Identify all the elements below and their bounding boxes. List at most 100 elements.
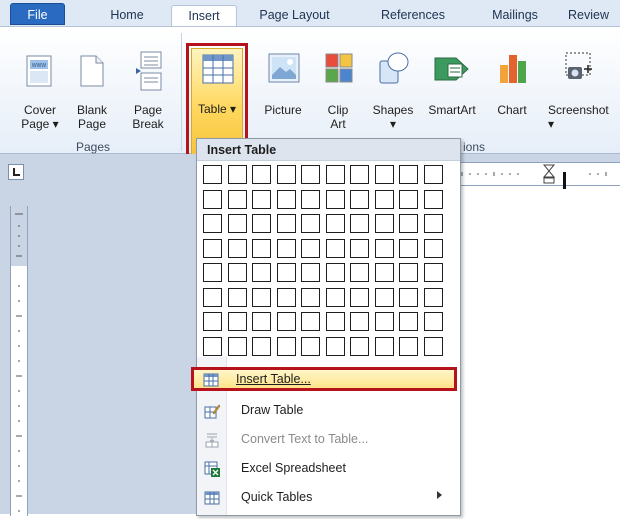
grid-cell[interactable] bbox=[325, 189, 345, 209]
tab-insert[interactable]: Insert bbox=[171, 5, 237, 26]
grid-cell[interactable] bbox=[423, 263, 443, 282]
grid-cell[interactable] bbox=[301, 238, 320, 258]
grid-cell[interactable] bbox=[374, 189, 394, 209]
grid-cell[interactable] bbox=[325, 336, 345, 356]
grid-cell[interactable] bbox=[227, 312, 247, 331]
grid-cell[interactable] bbox=[276, 165, 296, 184]
grid-cell[interactable] bbox=[276, 189, 296, 209]
grid-cell[interactable] bbox=[276, 336, 296, 356]
grid-cell[interactable] bbox=[276, 238, 296, 258]
grid-cell[interactable] bbox=[301, 336, 320, 356]
grid-cell[interactable] bbox=[301, 189, 320, 209]
menu-convert-text-to-table[interactable]: Convert Text to Table... bbox=[199, 428, 456, 452]
grid-cell[interactable] bbox=[252, 312, 271, 331]
grid-cell[interactable] bbox=[423, 214, 443, 233]
grid-cell[interactable] bbox=[227, 263, 247, 282]
grid-cell[interactable] bbox=[203, 287, 222, 307]
grid-cell[interactable] bbox=[276, 263, 296, 282]
grid-cell[interactable] bbox=[252, 336, 271, 356]
grid-cell[interactable] bbox=[350, 189, 369, 209]
grid-cell[interactable] bbox=[374, 165, 394, 184]
grid-cell[interactable] bbox=[203, 238, 222, 258]
grid-cell[interactable] bbox=[374, 336, 394, 356]
tab-review[interactable]: Review bbox=[568, 5, 620, 26]
grid-cell[interactable] bbox=[350, 165, 369, 184]
grid-cell[interactable] bbox=[252, 238, 271, 258]
grid-cell[interactable] bbox=[423, 189, 443, 209]
tab-home[interactable]: Home bbox=[96, 5, 158, 26]
grid-cell[interactable] bbox=[301, 263, 320, 282]
grid-cell[interactable] bbox=[301, 214, 320, 233]
grid-cell[interactable] bbox=[399, 336, 418, 356]
grid-cell[interactable] bbox=[423, 238, 443, 258]
grid-cell[interactable] bbox=[350, 263, 369, 282]
grid-cell[interactable] bbox=[374, 263, 394, 282]
cover-page-button[interactable]: WWW Cover Page ▾ bbox=[20, 29, 60, 137]
grid-cell[interactable] bbox=[301, 312, 320, 331]
vertical-ruler[interactable] bbox=[10, 206, 28, 516]
blank-page-button[interactable]: Blank Page bbox=[72, 29, 112, 137]
tab-selector-button[interactable] bbox=[8, 164, 24, 180]
grid-cell[interactable] bbox=[423, 287, 443, 307]
chart-button[interactable]: Chart bbox=[490, 29, 534, 137]
tab-references[interactable]: References bbox=[366, 5, 460, 26]
grid-cell[interactable] bbox=[350, 312, 369, 331]
grid-cell[interactable] bbox=[276, 214, 296, 233]
grid-cell[interactable] bbox=[325, 287, 345, 307]
grid-cell[interactable] bbox=[399, 214, 418, 233]
clip-art-button[interactable]: Clip Art bbox=[318, 29, 358, 137]
grid-cell[interactable] bbox=[276, 287, 296, 307]
grid-cell[interactable] bbox=[350, 287, 369, 307]
grid-cell[interactable] bbox=[423, 312, 443, 331]
grid-cell[interactable] bbox=[203, 263, 222, 282]
grid-cell[interactable] bbox=[252, 263, 271, 282]
shapes-button[interactable]: Shapes ▾ bbox=[370, 29, 416, 137]
grid-cell[interactable] bbox=[252, 214, 271, 233]
grid-cell[interactable] bbox=[399, 287, 418, 307]
grid-cell[interactable] bbox=[203, 336, 222, 356]
grid-cell[interactable] bbox=[374, 287, 394, 307]
smartart-button[interactable]: SmartArt bbox=[424, 29, 480, 137]
tab-file[interactable]: File bbox=[10, 3, 65, 25]
menu-excel-spreadsheet[interactable]: Excel Spreadsheet bbox=[199, 457, 456, 481]
grid-cell[interactable] bbox=[399, 263, 418, 282]
menu-quick-tables[interactable]: Quick Tables bbox=[199, 486, 456, 510]
tab-page-layout[interactable]: Page Layout bbox=[247, 5, 342, 26]
grid-cell[interactable] bbox=[399, 238, 418, 258]
grid-cell[interactable] bbox=[374, 238, 394, 258]
grid-cell[interactable] bbox=[227, 214, 247, 233]
menu-draw-table[interactable]: Draw Table bbox=[199, 399, 456, 423]
grid-cell[interactable] bbox=[423, 336, 443, 356]
grid-cell[interactable] bbox=[399, 165, 418, 184]
grid-cell[interactable] bbox=[227, 189, 247, 209]
grid-cell[interactable] bbox=[325, 238, 345, 258]
grid-cell[interactable] bbox=[227, 165, 247, 184]
grid-cell[interactable] bbox=[227, 336, 247, 356]
grid-cell[interactable] bbox=[227, 238, 247, 258]
grid-cell[interactable] bbox=[350, 336, 369, 356]
tab-mailings[interactable]: Mailings bbox=[479, 5, 551, 26]
grid-cell[interactable] bbox=[252, 287, 271, 307]
grid-cell[interactable] bbox=[374, 214, 394, 233]
grid-cell[interactable] bbox=[227, 287, 247, 307]
grid-cell[interactable] bbox=[252, 165, 271, 184]
grid-cell[interactable] bbox=[325, 263, 345, 282]
grid-cell[interactable] bbox=[423, 165, 443, 184]
grid-cell[interactable] bbox=[252, 189, 271, 209]
page-break-button[interactable]: Page Break bbox=[126, 29, 170, 137]
grid-cell[interactable] bbox=[399, 312, 418, 331]
grid-cell[interactable] bbox=[399, 189, 418, 209]
grid-cell[interactable] bbox=[350, 238, 369, 258]
grid-cell[interactable] bbox=[325, 165, 345, 184]
grid-cell[interactable] bbox=[203, 165, 222, 184]
grid-cell[interactable] bbox=[325, 312, 345, 331]
grid-cell[interactable] bbox=[203, 312, 222, 331]
grid-cell[interactable] bbox=[325, 214, 345, 233]
picture-button[interactable]: Picture bbox=[258, 29, 308, 137]
grid-cell[interactable] bbox=[301, 165, 320, 184]
grid-cell[interactable] bbox=[350, 214, 369, 233]
grid-cell[interactable] bbox=[203, 189, 222, 209]
grid-cell[interactable] bbox=[374, 312, 394, 331]
grid-cell[interactable] bbox=[301, 287, 320, 307]
menu-insert-table[interactable]: Insert Table... bbox=[191, 367, 457, 391]
